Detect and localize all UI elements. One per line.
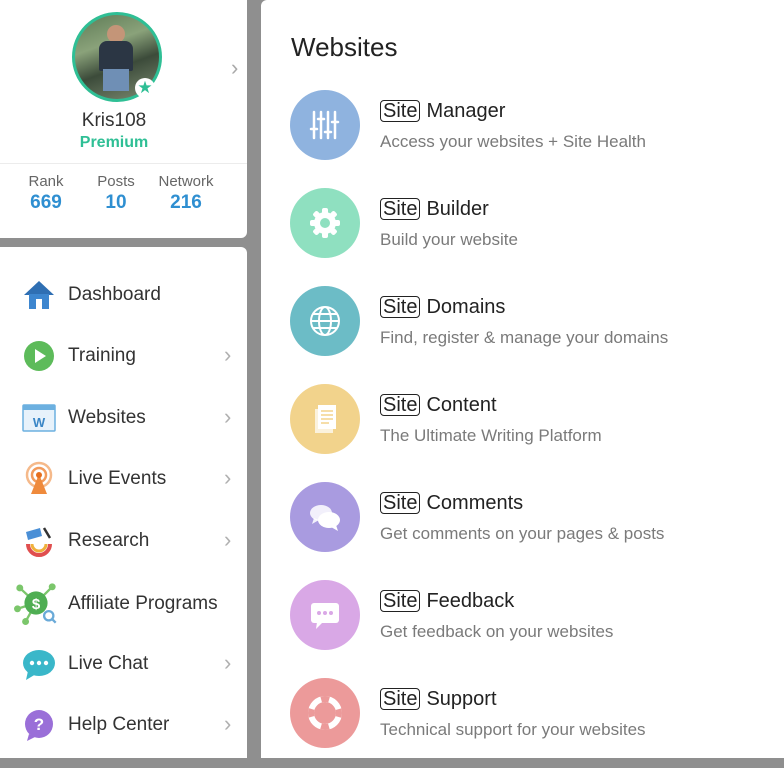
website-icon: W bbox=[22, 404, 56, 432]
item-description: Get comments on your pages & posts bbox=[380, 524, 665, 543]
item-description: Build your website bbox=[380, 230, 518, 249]
svg-text:?: ? bbox=[34, 715, 44, 734]
active-indicator bbox=[233, 408, 247, 432]
chevron-right-icon: › bbox=[224, 342, 232, 367]
site-badge: Site bbox=[380, 492, 421, 514]
stat-label: Posts bbox=[97, 173, 135, 190]
item-name: Content bbox=[426, 394, 497, 416]
sidebar-item-dashboard[interactable]: Dashboard bbox=[0, 270, 247, 320]
chat-icon bbox=[23, 650, 55, 680]
stat-label: Rank bbox=[28, 173, 64, 190]
site-manager-item[interactable]: Site Manager Access your websites + Site … bbox=[261, 90, 784, 180]
membership-level: Premium bbox=[79, 134, 149, 151]
item-title: Site Comments bbox=[380, 492, 523, 515]
comments-icon bbox=[290, 482, 360, 552]
panel-title: Websites bbox=[291, 32, 398, 62]
stat-value: 669 bbox=[30, 192, 62, 213]
item-name: Feedback bbox=[426, 590, 515, 612]
svg-text:$: $ bbox=[32, 596, 41, 613]
item-description: Get feedback on your websites bbox=[380, 622, 614, 641]
item-description: Find, register & manage your domains bbox=[380, 328, 669, 347]
stat-posts[interactable]: Posts 10 bbox=[88, 173, 144, 214]
item-name: Manager bbox=[426, 100, 506, 122]
item-title: Site Support bbox=[380, 688, 497, 711]
affiliate-icon: $ bbox=[14, 583, 57, 625]
item-title: Site Content bbox=[380, 394, 497, 417]
sliders-icon bbox=[290, 90, 360, 160]
site-feedback-item[interactable]: Site Feedback Get feedback on your websit… bbox=[261, 580, 784, 670]
item-name: Builder bbox=[426, 198, 489, 220]
item-description: The Ultimate Writing Platform bbox=[380, 426, 602, 445]
research-icon bbox=[26, 527, 52, 557]
sidebar-item-label: Live Chat bbox=[68, 653, 149, 674]
gear-icon bbox=[290, 188, 360, 258]
home-icon bbox=[24, 281, 54, 309]
document-icon bbox=[290, 384, 360, 454]
chevron-right-icon: › bbox=[224, 527, 232, 552]
sidebar-item-live-chat[interactable]: Live Chat › bbox=[0, 639, 247, 689]
feedback-icon bbox=[290, 580, 360, 650]
stat-network[interactable]: Network 216 bbox=[150, 173, 222, 214]
site-badge: Site bbox=[380, 198, 421, 220]
site-content-item[interactable]: Site Content The Ultimate Writing Platfor… bbox=[261, 384, 784, 474]
item-title: Site Domains bbox=[380, 296, 505, 319]
item-title: Site Builder bbox=[380, 198, 489, 221]
sidebar-item-label: Research bbox=[68, 530, 150, 551]
help-icon: ? bbox=[25, 710, 53, 741]
sidebar-item-training[interactable]: Training › bbox=[0, 331, 247, 381]
sidebar-item-label: Live Events bbox=[68, 468, 167, 489]
chevron-right-icon: › bbox=[224, 650, 232, 675]
site-badge: Site bbox=[380, 296, 421, 318]
stat-label: Network bbox=[158, 173, 214, 190]
profile-card[interactable]: ★ › Kris108 Premium Rank 669 Posts 10 Ne… bbox=[0, 0, 247, 238]
sidebar-item-label: Training bbox=[68, 345, 136, 366]
svg-text:W: W bbox=[33, 415, 46, 430]
chevron-right-icon: › bbox=[224, 465, 232, 490]
item-description: Technical support for your websites bbox=[380, 720, 646, 739]
sidebar-item-label: Dashboard bbox=[68, 284, 161, 305]
sidebar-item-affiliate-programs[interactable]: $ Affiliate Programs bbox=[0, 579, 247, 629]
websites-panel: Websites Site Manager Access your website… bbox=[261, 0, 784, 758]
sidebar-item-label: Help Center bbox=[68, 714, 170, 735]
item-name: Comments bbox=[426, 492, 524, 514]
lifebuoy-icon bbox=[290, 678, 360, 748]
site-support-item[interactable]: Site Support Technical support for your w… bbox=[261, 678, 784, 768]
chevron-right-icon: › bbox=[224, 711, 232, 736]
chevron-right-icon[interactable]: › bbox=[231, 55, 238, 81]
site-badge: Site bbox=[380, 590, 421, 612]
chevron-right-icon: › bbox=[224, 404, 232, 429]
divider bbox=[0, 163, 247, 164]
stat-value: 216 bbox=[170, 192, 202, 213]
sidebar-nav: Dashboard Training › W Websites › Live E… bbox=[0, 247, 247, 758]
sidebar-item-websites[interactable]: W Websites › bbox=[0, 393, 247, 443]
item-title: Site Manager bbox=[380, 100, 505, 123]
stat-rank[interactable]: Rank 669 bbox=[18, 173, 74, 214]
globe-icon bbox=[290, 286, 360, 356]
sidebar-item-label: Websites bbox=[68, 407, 146, 428]
site-domains-item[interactable]: Site Domains Find, register & manage your… bbox=[261, 286, 784, 376]
item-name: Domains bbox=[426, 296, 506, 318]
site-builder-item[interactable]: Site Builder Build your website bbox=[261, 188, 784, 278]
broadcast-icon bbox=[25, 461, 53, 494]
item-title: Site Feedback bbox=[380, 590, 514, 613]
site-badge: Site bbox=[380, 688, 421, 710]
item-name: Support bbox=[426, 688, 497, 710]
star-icon: ★ bbox=[135, 78, 155, 98]
username[interactable]: Kris108 bbox=[0, 110, 228, 132]
sidebar-item-label: Affiliate Programs bbox=[68, 593, 218, 614]
site-badge: Site bbox=[380, 100, 421, 122]
site-badge: Site bbox=[380, 394, 421, 416]
sidebar-item-research[interactable]: Research › bbox=[0, 516, 247, 566]
site-comments-item[interactable]: Site Comments Get comments on your pages … bbox=[261, 482, 784, 572]
item-description: Access your websites + Site Health bbox=[380, 132, 646, 151]
sidebar-item-help-center[interactable]: ? Help Center › bbox=[0, 700, 247, 750]
play-icon bbox=[24, 341, 54, 371]
sidebar-item-live-events[interactable]: Live Events › bbox=[0, 454, 247, 504]
stat-value: 10 bbox=[105, 192, 127, 213]
